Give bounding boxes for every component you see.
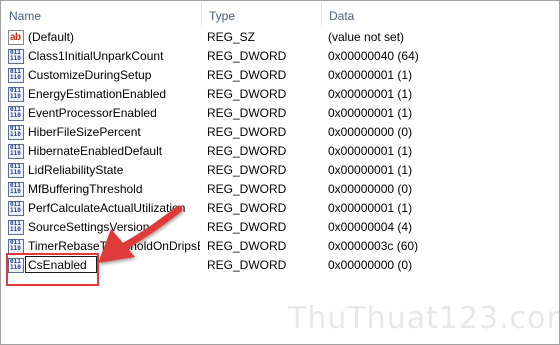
value-data: 0x00000000 (0) — [328, 258, 413, 272]
table-row[interactable]: 011 110 Class1InitialUnparkCount REG_DWORD 0… — [1, 47, 559, 66]
value-data: 0x00000000 (0) — [328, 125, 413, 139]
dword-icon-glyph-bottom: 110 — [10, 74, 21, 81]
string-icon-glyph: ab — [10, 32, 21, 43]
dword-icon-glyph-bottom: 110 — [10, 131, 21, 138]
dword-icon-glyph-bottom: 110 — [10, 169, 21, 176]
dword-icon-glyph-bottom: 110 — [10, 150, 21, 157]
dword-icon-glyph-bottom: 110 — [10, 188, 21, 195]
value-data: 0x00000001 (1) — [328, 87, 413, 101]
value-name: Class1InitialUnparkCount — [28, 49, 164, 63]
value-name: LidReliabilityState — [28, 163, 124, 177]
dword-value-icon: 011 110 — [8, 220, 24, 235]
list-header: Name Type Data — [1, 1, 559, 27]
dword-value-icon: 011 110 — [8, 49, 24, 64]
value-type: REG_DWORD — [207, 49, 287, 63]
value-data: 0x00000001 (1) — [328, 68, 413, 82]
table-row[interactable]: 011 110 CustomizeDuringSetup REG_DWORD 0x000… — [1, 66, 559, 85]
value-name: (Default) — [28, 30, 75, 44]
dword-value-icon: 011 110 — [8, 239, 24, 254]
value-type: REG_DWORD — [207, 125, 287, 139]
value-data: 0x0000003c (60) — [328, 239, 419, 253]
dword-icon-glyph-bottom: 110 — [10, 93, 21, 100]
dword-value-icon: 011 110 — [8, 87, 24, 102]
registry-values-list: Name Type Data ab (Default) REG_SZ (value n… — [0, 0, 560, 345]
value-type: REG_DWORD — [207, 239, 287, 253]
value-type: REG_DWORD — [207, 163, 287, 177]
dword-value-icon: 011 110 — [8, 125, 24, 140]
value-type: REG_DWORD — [207, 182, 287, 196]
dword-value-icon: 011 110 — [8, 201, 24, 216]
dword-value-icon: 011 110 — [8, 106, 24, 121]
value-type: REG_DWORD — [207, 144, 287, 158]
value-name: HibernateEnabledDefault — [28, 144, 163, 158]
value-type: REG_DWORD — [207, 87, 287, 101]
watermark-text: ThuThuat123.com — [288, 301, 560, 336]
dword-icon-glyph-bottom: 110 — [10, 55, 21, 62]
table-row[interactable]: ab (Default) REG_SZ (value not set) — [1, 28, 559, 47]
value-data: 0x00000004 (4) — [328, 220, 413, 234]
value-data: 0x00000001 (1) — [328, 106, 413, 120]
string-value-icon: ab — [8, 30, 24, 45]
value-name: PerfCalculateActualUtilization — [28, 201, 186, 215]
table-row[interactable]: 011 110 MfBufferingThreshold REG_DWORD 0x000… — [1, 180, 559, 199]
highlight-box — [6, 253, 99, 286]
table-row[interactable]: 011 110 HiberFileSizePercent REG_DWORD 0x000… — [1, 123, 559, 142]
value-data: 0x00000000 (0) — [328, 182, 413, 196]
dword-value-icon: 011 110 — [8, 68, 24, 83]
value-data: 0x00000001 (1) — [328, 144, 413, 158]
value-name: EventProcessorEnabled — [28, 106, 157, 120]
column-header-name[interactable]: Name — [1, 1, 201, 27]
value-data: 0x00000040 (64) — [328, 49, 419, 63]
value-type: REG_DWORD — [207, 68, 287, 82]
value-data: (value not set) — [328, 30, 405, 44]
table-row[interactable]: 011 110 HibernateEnabledDefault REG_DWORD 0x… — [1, 142, 559, 161]
dword-value-icon: 011 110 — [8, 182, 24, 197]
value-data: 0x00000001 (1) — [328, 201, 413, 215]
value-type: REG_DWORD — [207, 258, 287, 272]
value-name: SourceSettingsVersion — [28, 220, 150, 234]
values-rows: ab (Default) REG_SZ (value not set) 011 110 Cl… — [1, 28, 559, 275]
dword-value-icon: 011 110 — [8, 163, 24, 178]
value-name: EnergyEstimationEnabled — [28, 87, 167, 101]
table-row[interactable]: 011 110 LidReliabilityState REG_DWORD 0x0000… — [1, 161, 559, 180]
value-type: REG_DWORD — [207, 106, 287, 120]
value-name: MfBufferingThreshold — [28, 182, 143, 196]
dword-icon-glyph-bottom: 110 — [10, 245, 21, 252]
value-name: HiberFileSizePercent — [28, 125, 141, 139]
dword-value-icon: 011 110 — [8, 144, 24, 159]
value-type: REG_DWORD — [207, 220, 287, 234]
column-header-type[interactable]: Type — [201, 1, 321, 27]
dword-icon-glyph-bottom: 110 — [10, 112, 21, 119]
column-header-data[interactable]: Data — [321, 1, 559, 27]
value-type: REG_SZ — [207, 30, 256, 44]
value-data: 0x00000001 (1) — [328, 163, 413, 177]
table-row[interactable]: 011 110 EnergyEstimationEnabled REG_DWORD 0x… — [1, 85, 559, 104]
table-row[interactable]: 011 110 PerfCalculateActualUtilization REG_… — [1, 199, 559, 218]
table-row[interactable]: 011 110 EventProcessorEnabled REG_DWORD 0x00… — [1, 104, 559, 123]
dword-icon-glyph-bottom: 110 — [10, 207, 21, 214]
table-row[interactable]: 011 110 SourceSettingsVersion REG_DWORD 0x00… — [1, 218, 559, 237]
value-name: CustomizeDuringSetup — [28, 68, 152, 82]
value-type: REG_DWORD — [207, 201, 287, 215]
dword-icon-glyph-bottom: 110 — [10, 226, 21, 233]
